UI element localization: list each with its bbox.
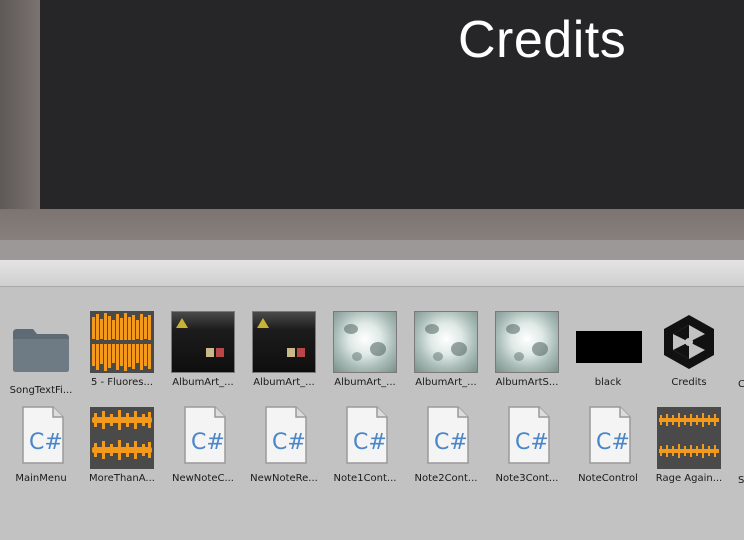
asset-label: Note1Cont...	[333, 473, 397, 484]
asset-item[interactable]: AlbumArt_...	[245, 309, 323, 388]
asset-label: AlbumArt_...	[334, 377, 396, 388]
asset-label: NewNoteC...	[171, 473, 234, 484]
album-art-image	[333, 311, 397, 373]
project-asset-grid: SongTextFi... 5 - Fluores... AlbumArt_..…	[0, 287, 744, 540]
game-view[interactable]: Credits	[40, 0, 744, 209]
asset-item[interactable]: C# Note2Cont...	[407, 405, 485, 484]
csharp-script-icon: C#	[508, 406, 550, 464]
svg-text:C#: C#	[29, 430, 63, 455]
folder-icon	[13, 329, 69, 372]
csharp-script-icon: C#	[22, 406, 64, 464]
asset-label: 5 - Fluores...	[90, 377, 154, 388]
asset-label: AlbumArt_...	[253, 377, 315, 388]
asset-label: AlbumArt_...	[172, 377, 234, 388]
csharp-script-icon: C#	[427, 406, 469, 464]
asset-item[interactable]: C# NewNoteRe...	[245, 405, 323, 484]
scene-view-bottom	[0, 209, 744, 240]
audio-waveform-icon	[657, 407, 721, 469]
audio-waveform-icon	[90, 311, 154, 373]
svg-text:C#: C#	[191, 430, 225, 455]
asset-item[interactable]: black	[569, 309, 647, 388]
black-texture-image	[576, 331, 642, 363]
svg-text:C#: C#	[272, 430, 306, 455]
album-art-image	[414, 311, 478, 373]
asset-item[interactable]: SongTextFi...	[2, 317, 80, 396]
project-panel-header	[0, 260, 744, 287]
asset-item[interactable]: C# MainMenu	[2, 405, 80, 484]
album-art-image	[171, 311, 235, 373]
asset-label: MoreThanA...	[89, 473, 155, 484]
asset-item[interactable]: AlbumArt_...	[407, 309, 485, 388]
asset-item[interactable]: MoreThanA...	[83, 405, 161, 484]
asset-item[interactable]: AlbumArtS...	[488, 309, 566, 388]
svg-text:C#: C#	[515, 430, 549, 455]
asset-item[interactable]: AlbumArt_...	[164, 309, 242, 388]
csharp-script-icon: C#	[184, 406, 226, 464]
asset-label: NoteControl	[578, 473, 638, 484]
game-title: Credits	[458, 11, 627, 69]
svg-text:C#: C#	[596, 430, 630, 455]
asset-label: Note3Cont...	[495, 473, 559, 484]
asset-label: Note2Cont...	[414, 473, 478, 484]
audio-waveform-icon	[90, 407, 154, 469]
scene-view-edge	[0, 0, 40, 240]
asset-item[interactable]: C# Note1Cont...	[326, 405, 404, 484]
csharp-script-icon: C#	[265, 406, 307, 464]
asset-label-partial: S	[738, 475, 744, 486]
asset-label: Rage Again...	[655, 473, 723, 484]
asset-label: MainMenu	[15, 473, 67, 484]
panel-divider[interactable]	[0, 240, 744, 260]
asset-label: AlbumArtS...	[495, 377, 559, 388]
asset-item[interactable]: C# Note3Cont...	[488, 405, 566, 484]
asset-label: AlbumArt_...	[415, 377, 477, 388]
asset-item[interactable]: AlbumArt_...	[326, 309, 404, 388]
csharp-script-icon: C#	[346, 406, 388, 464]
unity-scene-icon	[664, 315, 714, 369]
album-art-image	[495, 311, 559, 373]
csharp-script-icon: C#	[589, 406, 631, 464]
svg-text:C#: C#	[353, 430, 387, 455]
asset-label: Credits	[671, 377, 707, 388]
asset-item[interactable]: C# NoteControl	[569, 405, 647, 484]
svg-text:C#: C#	[434, 430, 468, 455]
asset-item[interactable]: Rage Again...	[650, 405, 728, 484]
asset-item[interactable]: 5 - Fluores...	[83, 309, 161, 388]
asset-label: SongTextFi...	[9, 385, 73, 396]
asset-label: NewNoteRe...	[250, 473, 318, 484]
asset-label-partial: C	[738, 379, 744, 390]
asset-label: black	[594, 377, 622, 388]
album-art-image	[252, 311, 316, 373]
asset-item[interactable]: C# NewNoteC...	[164, 405, 242, 484]
asset-item[interactable]: Credits	[650, 309, 728, 388]
